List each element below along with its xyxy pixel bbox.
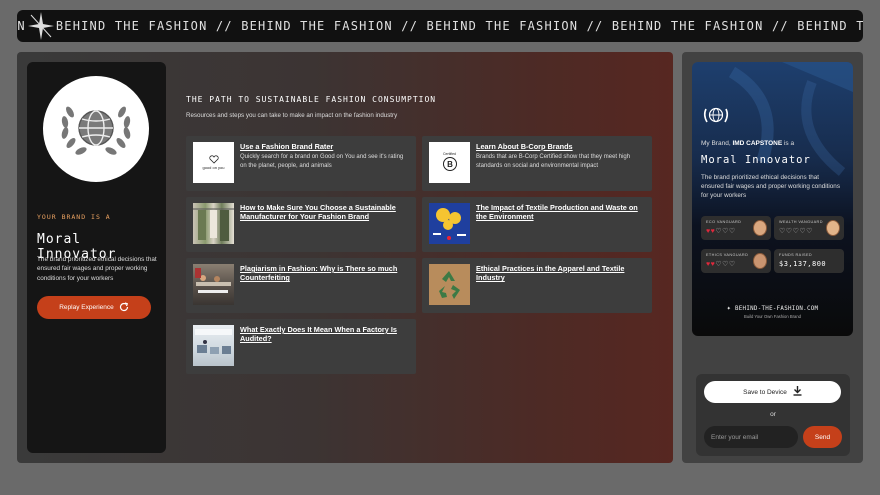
good-on-you-logo: good on you	[193, 142, 234, 183]
marquee-prefix: ON	[17, 19, 26, 33]
heart-empty-icon: ♡	[728, 261, 736, 268]
or-divider: or	[770, 411, 776, 418]
refresh-icon	[119, 301, 129, 314]
infographic-thumbnail	[429, 203, 470, 244]
brand-description: The brand prioritized ethical decisions …	[37, 256, 157, 282]
card-title: Moral Innovator	[701, 154, 811, 166]
email-input[interactable]	[704, 426, 798, 448]
rating-hearts: ♥♥♡♡♡	[706, 227, 736, 235]
replay-label: Replay Experience	[59, 304, 114, 311]
factory-workers-photo	[193, 264, 234, 305]
heart-empty-icon: ♡	[722, 228, 729, 235]
resource-card-textile-impact[interactable]: The Impact of Textile Production and Was…	[422, 197, 652, 252]
brand-card: YOUR BRAND IS A Moral Innovator The bran…	[27, 62, 166, 453]
resource-title[interactable]: Ethical Practices in the Apparel and Tex…	[476, 264, 645, 283]
card-site: ✦ BEHIND-THE-FASHION.COM	[726, 304, 819, 312]
avatar-icon	[753, 220, 767, 236]
b-corp-logo: Certified B	[429, 142, 470, 183]
heart-empty-icon: ♡	[779, 228, 786, 235]
avatar-icon	[753, 253, 767, 269]
stat-ethics-vanguard: ETHICS VANGUARD ♥♥♡♡♡	[701, 249, 771, 273]
globe-laurel-icon	[701, 104, 731, 131]
replay-experience-button[interactable]: Replay Experience	[37, 296, 151, 319]
resource-card-sustainable-manufacturer[interactable]: How to Make Sure You Choose a Sustainabl…	[186, 197, 416, 252]
svg-text:B: B	[447, 160, 453, 169]
resource-title[interactable]: Use a Fashion Brand Rater	[240, 142, 409, 151]
resource-card-b-corp[interactable]: Certified B Learn About B-Corp Brands Br…	[422, 136, 652, 191]
recycle-cardboard-photo	[429, 264, 470, 305]
download-icon	[793, 386, 802, 398]
card-brand-name: IMD CAPSTONE	[732, 140, 783, 147]
factory-floor-photo	[193, 325, 234, 366]
clothing-rack-photo	[193, 203, 234, 244]
sparkle-star-icon	[26, 10, 56, 42]
resource-description: Quickly search for a brand on Good on Yo…	[240, 154, 404, 169]
resource-title[interactable]: Plagiarism in Fashion: Why is There so m…	[240, 264, 409, 283]
card-intro: My Brand, IMD CAPSTONE is a	[701, 140, 795, 147]
heart-empty-icon: ♡	[785, 228, 793, 235]
resource-card-plagiarism[interactable]: Plagiarism in Fashion: Why is There so m…	[186, 258, 416, 313]
card-description: The brand prioritized ethical decisions …	[701, 174, 840, 199]
card-site-tagline: Build Your Own Fashion Brand	[743, 314, 802, 319]
heart-empty-icon: ♡	[722, 261, 729, 268]
main-panel: YOUR BRAND IS A Moral Innovator The bran…	[17, 52, 673, 463]
heart-empty-icon: ♡	[728, 228, 736, 235]
resource-title[interactable]: What Exactly Does It Mean When a Factory…	[240, 325, 409, 344]
rating-hearts: ♡♡♡♡♡	[779, 227, 813, 235]
send-button[interactable]: Send	[803, 426, 842, 448]
sparkle-star-icon: ✦	[726, 304, 732, 312]
save-label: Save to Device	[743, 388, 787, 396]
resource-description: Brands that are B-Corp Certified show th…	[476, 154, 631, 169]
resources-title: THE PATH TO SUSTAINABLE FASHION CONSUMPT…	[186, 95, 437, 104]
resource-title[interactable]: How to Make Sure You Choose a Sustainabl…	[240, 203, 409, 222]
resources-subtitle: Resources and steps you can take to make…	[186, 112, 398, 119]
stat-eco-vanguard: ECO VANGUARD ♥♥♡♡♡	[701, 216, 771, 240]
stat-funds-raised: FUNDS RAISED $3,137,800	[774, 249, 844, 273]
marquee-banner: ON BEHIND THE FASHION // BEHIND THE FASH…	[17, 10, 863, 42]
resource-title[interactable]: The Impact of Textile Production and Was…	[476, 203, 645, 222]
globe-laurel-icon	[43, 76, 149, 182]
share-panel: My Brand, IMD CAPSTONE is a Moral Innova…	[682, 52, 863, 463]
brand-kicker: YOUR BRAND IS A	[37, 213, 111, 221]
marquee-text: BEHIND THE FASHION // BEHIND THE FASHION…	[55, 19, 863, 33]
avatar-icon	[826, 220, 840, 236]
good-on-you-text: good on you	[202, 165, 225, 170]
resource-card-fashion-rater[interactable]: good on you Use a Fashion Brand Rater Qu…	[186, 136, 416, 191]
share-box: Save to Device or Send	[696, 374, 850, 456]
resource-title[interactable]: Learn About B-Corp Brands	[476, 142, 645, 151]
save-to-device-button[interactable]: Save to Device	[704, 381, 841, 403]
stat-wealth-vanguard: WEALTH VANGUARD ♡♡♡♡♡	[774, 216, 844, 240]
resource-card-ethical-practices[interactable]: Ethical Practices in the Apparel and Tex…	[422, 258, 652, 313]
heart-empty-icon: ♡	[806, 228, 813, 235]
funds-raised-value: $3,137,800	[779, 260, 827, 268]
resource-card-factory-audit[interactable]: What Exactly Does It Mean When a Factory…	[186, 319, 416, 374]
rating-hearts: ♥♥♡♡♡	[706, 260, 736, 268]
brand-result-card: My Brand, IMD CAPSTONE is a Moral Innova…	[692, 62, 853, 336]
